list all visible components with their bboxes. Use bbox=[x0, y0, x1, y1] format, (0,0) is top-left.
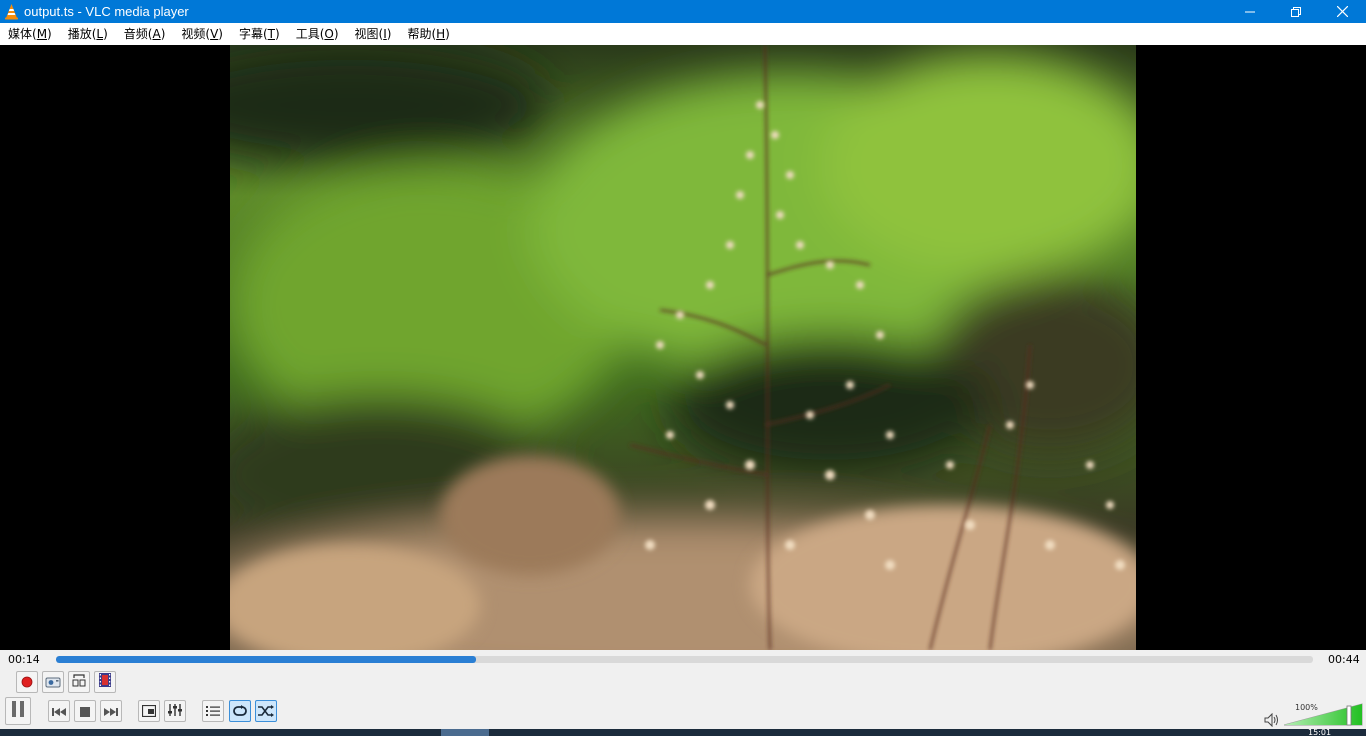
close-button[interactable] bbox=[1319, 0, 1365, 23]
loop-ab-button[interactable] bbox=[68, 671, 90, 693]
skip-back-icon bbox=[52, 702, 66, 721]
playlist-button[interactable] bbox=[202, 700, 224, 722]
snapshot-button[interactable] bbox=[42, 671, 64, 693]
pause-icon bbox=[11, 700, 25, 722]
loop-icon bbox=[232, 702, 248, 721]
extended-settings-button[interactable] bbox=[164, 700, 186, 722]
loop-button[interactable] bbox=[229, 700, 251, 722]
previous-button[interactable] bbox=[48, 700, 70, 722]
menu-subtitle[interactable]: 字幕(T) bbox=[231, 24, 288, 44]
seek-bar[interactable] bbox=[56, 656, 1313, 663]
menu-tools[interactable]: 工具(O) bbox=[288, 24, 347, 44]
shuffle-icon bbox=[258, 702, 274, 721]
menu-video[interactable]: 视频(V) bbox=[173, 24, 231, 44]
elapsed-time: 00:14 bbox=[8, 653, 40, 666]
seek-bar-fill bbox=[56, 656, 476, 663]
taskbar-active-app[interactable] bbox=[441, 729, 489, 736]
camera-icon bbox=[45, 673, 61, 692]
menu-media[interactable]: 媒体(M) bbox=[0, 24, 60, 44]
taskbar bbox=[0, 729, 1366, 736]
volume-slider[interactable] bbox=[1284, 702, 1364, 726]
loop-ab-icon bbox=[71, 672, 87, 692]
playlist-icon bbox=[206, 702, 220, 721]
fullscreen-icon bbox=[141, 702, 157, 721]
volume-handle[interactable] bbox=[1346, 705, 1352, 726]
menu-bar: 媒体(M) 播放(L) 音频(A) 视频(V) 字幕(T) 工具(O) 视图(I… bbox=[0, 23, 1366, 45]
total-time: 00:44 bbox=[1328, 653, 1360, 666]
equalizer-icon bbox=[168, 702, 182, 721]
minimize-button[interactable] bbox=[1227, 0, 1273, 23]
menu-view[interactable]: 视图(I) bbox=[347, 24, 400, 44]
video-area[interactable] bbox=[0, 45, 1366, 650]
record-icon bbox=[21, 673, 33, 692]
menu-help[interactable]: 帮助(H) bbox=[399, 24, 457, 44]
control-panel: 00:14 00:44 100% bbox=[0, 650, 1366, 736]
menu-audio[interactable]: 音频(A) bbox=[116, 24, 174, 44]
stop-icon bbox=[80, 702, 90, 721]
taskbar-clock: 15:01 bbox=[1308, 729, 1332, 736]
restore-button[interactable] bbox=[1273, 0, 1319, 23]
shuffle-button[interactable] bbox=[255, 700, 277, 722]
minimize-icon bbox=[1245, 7, 1255, 17]
vlc-cone-icon bbox=[3, 3, 20, 20]
record-button[interactable] bbox=[16, 671, 38, 693]
frame-by-frame-button[interactable] bbox=[94, 671, 116, 693]
title-bar: output.ts - VLC media player bbox=[0, 0, 1366, 23]
stop-button[interactable] bbox=[74, 700, 96, 722]
speaker-icon[interactable] bbox=[1264, 712, 1280, 728]
fullscreen-button[interactable] bbox=[138, 700, 160, 722]
film-frame-icon bbox=[98, 672, 112, 692]
window-title: output.ts - VLC media player bbox=[24, 4, 189, 19]
menu-playback[interactable]: 播放(L) bbox=[60, 24, 116, 44]
skip-forward-icon bbox=[104, 702, 118, 721]
pause-button[interactable] bbox=[5, 697, 31, 725]
next-button[interactable] bbox=[100, 700, 122, 722]
restore-icon bbox=[1291, 6, 1301, 17]
video-frame[interactable] bbox=[230, 45, 1136, 650]
video-image bbox=[230, 45, 1136, 650]
close-icon bbox=[1336, 6, 1348, 17]
